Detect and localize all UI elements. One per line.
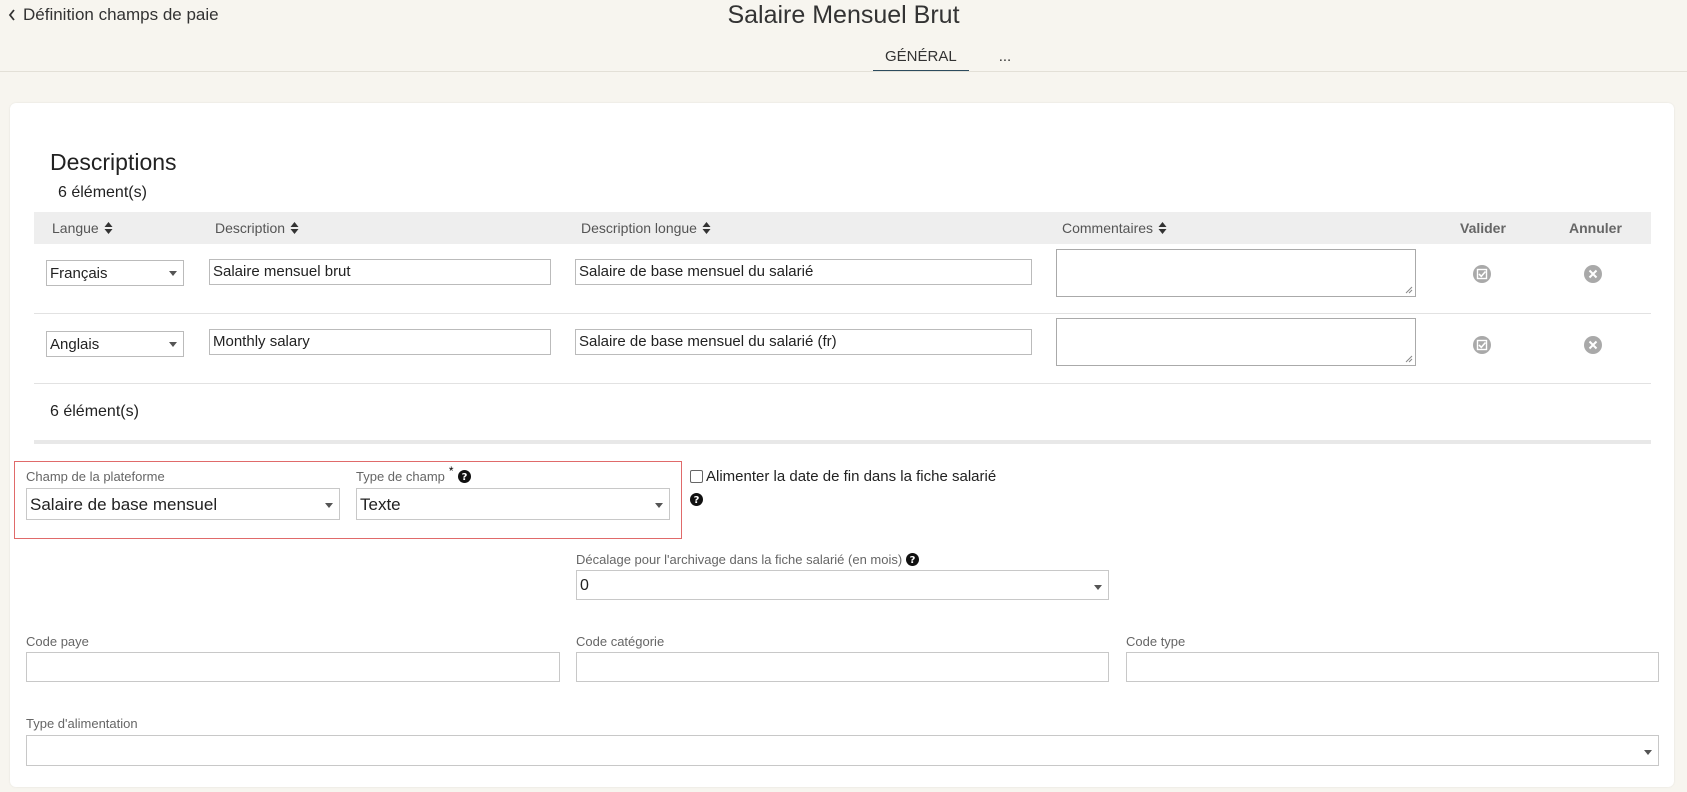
items-count-top: 6 élément(s) [58, 184, 147, 201]
column-header-langue[interactable]: Langue [52, 220, 113, 236]
alimenter-date-fin-label: Alimenter la date de fin dans la fiche s… [706, 468, 997, 485]
sort-icon [290, 222, 299, 234]
tab-bar: GÉNÉRAL ... [873, 48, 1023, 72]
code-type-label: Code type [1126, 634, 1186, 649]
caret-down-icon [1644, 750, 1652, 755]
description-longue-input[interactable]: Salaire de base mensuel du salarié (fr) [575, 329, 1032, 355]
decalage-label-group: Décalage pour l'archivage dans la fiche … [576, 552, 920, 567]
svg-text:?: ? [910, 555, 916, 566]
resize-grip-icon[interactable] [1405, 286, 1413, 294]
tab-more[interactable]: ... [987, 48, 1024, 72]
sort-icon [1158, 222, 1167, 234]
row-divider [34, 383, 1651, 384]
cancel-icon[interactable] [1583, 335, 1603, 355]
caret-down-icon [325, 503, 333, 508]
column-header-annuler: Annuler [1569, 220, 1622, 236]
type-champ-select[interactable]: Texte [356, 488, 670, 520]
tab-general[interactable]: GÉNÉRAL [873, 48, 969, 72]
main-card [10, 103, 1674, 787]
resize-grip-icon[interactable] [1405, 355, 1413, 363]
table-header: Langue Description Description longue Co… [34, 212, 1651, 244]
column-header-description-longue[interactable]: Description longue [581, 220, 711, 236]
type-champ-label: Type de champ [356, 469, 445, 484]
alimenter-date-fin-option[interactable]: Alimenter la date de fin dans la fiche s… [690, 468, 996, 485]
sort-icon [702, 222, 711, 234]
langue-select[interactable]: Anglais [46, 331, 184, 357]
decalage-label: Décalage pour l'archivage dans la fiche … [576, 552, 903, 567]
caret-down-icon [655, 503, 663, 508]
svg-text:?: ? [461, 472, 467, 483]
champ-plateforme-label: Champ de la plateforme [26, 469, 165, 484]
description-input[interactable]: Salaire mensuel brut [209, 259, 551, 285]
commentaires-textarea[interactable] [1056, 318, 1416, 366]
sort-icon [104, 222, 113, 234]
help-icon[interactable]: ? [906, 553, 920, 566]
alimenter-date-fin-checkbox[interactable] [690, 470, 703, 483]
decalage-select[interactable]: 0 [576, 570, 1109, 600]
column-header-valider: Valider [1460, 220, 1506, 236]
langue-select[interactable]: Français [46, 260, 184, 286]
code-paye-input[interactable] [26, 652, 560, 682]
help-icon[interactable]: ? [690, 493, 703, 506]
validate-icon[interactable] [1472, 335, 1492, 355]
type-alimentation-select[interactable] [26, 735, 1659, 766]
cancel-icon[interactable] [1583, 264, 1603, 284]
table-footer-divider [34, 440, 1651, 444]
column-header-commentaires[interactable]: Commentaires [1062, 220, 1167, 236]
code-categorie-input[interactable] [576, 652, 1109, 682]
svg-text:?: ? [694, 495, 700, 506]
type-alimentation-label: Type d'alimentation [26, 716, 138, 731]
caret-down-icon [169, 342, 177, 347]
help-icon[interactable]: ? [457, 470, 471, 483]
validate-icon[interactable] [1472, 264, 1492, 284]
code-categorie-label: Code catégorie [576, 634, 665, 649]
description-input[interactable]: Monthly salary [209, 329, 551, 355]
section-title-descriptions: Descriptions [50, 149, 177, 175]
description-longue-input[interactable]: Salaire de base mensuel du salarié [575, 259, 1032, 285]
items-count-bottom: 6 élément(s) [50, 403, 139, 420]
caret-down-icon [1094, 585, 1102, 590]
code-type-input[interactable] [1126, 652, 1659, 682]
column-header-description[interactable]: Description [215, 220, 299, 236]
page-title: Salaire Mensuel Brut [727, 1, 960, 29]
required-mark: * [448, 463, 454, 478]
type-champ-label-group: Type de champ * ? [356, 464, 471, 484]
champ-plateforme-select[interactable]: Salaire de base mensuel [26, 488, 340, 520]
commentaires-textarea[interactable] [1056, 249, 1416, 297]
code-paye-label: Code paye [26, 634, 89, 649]
row-divider [34, 313, 1651, 314]
header-divider [0, 71, 1687, 72]
caret-down-icon [169, 271, 177, 276]
